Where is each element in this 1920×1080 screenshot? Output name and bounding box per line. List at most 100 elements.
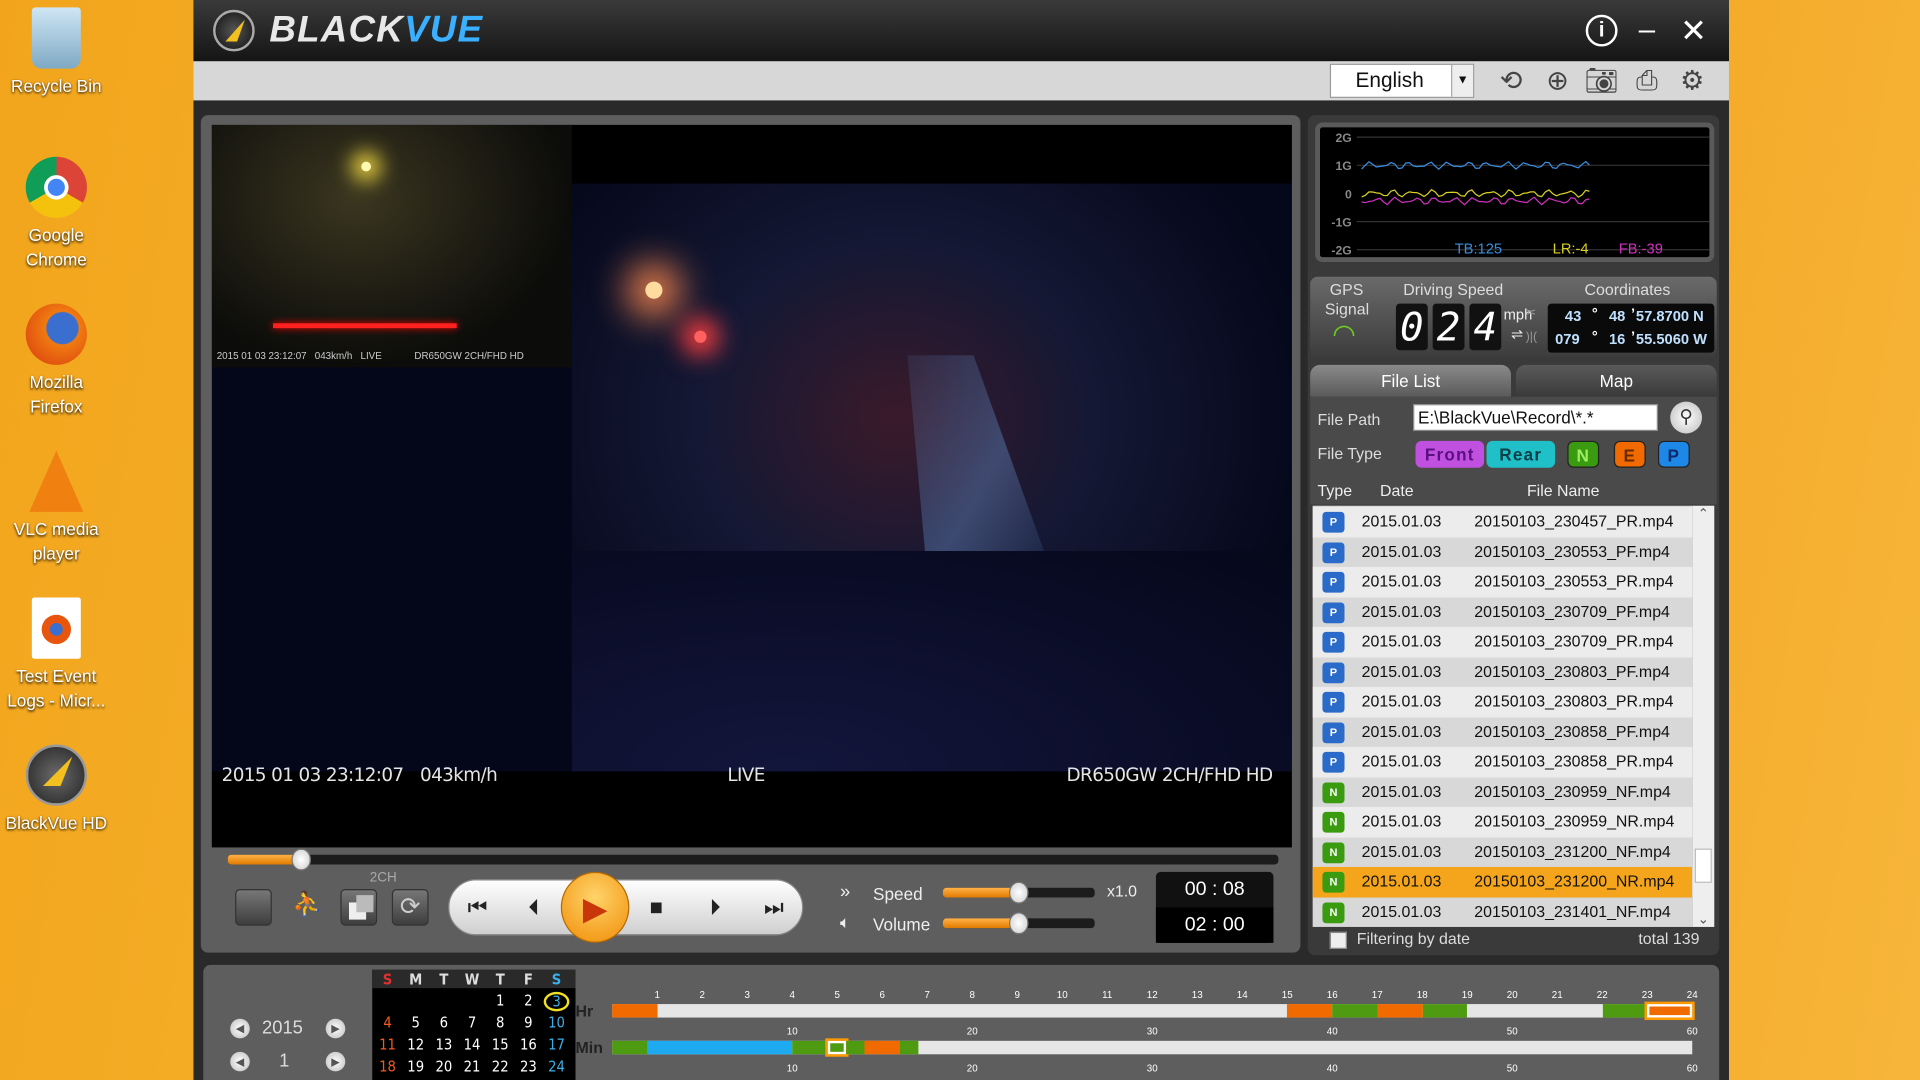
file-list-row[interactable]: N 2015.01.03 20150103_231200_NF.mp4 [1313, 837, 1693, 867]
info-icon[interactable]: i [1585, 14, 1618, 47]
column-file-name[interactable]: File Name [1527, 481, 1600, 499]
normal-segment[interactable] [792, 1040, 829, 1055]
calendar-day[interactable]: 17 [544, 1036, 570, 1053]
hour-bar[interactable] [612, 1001, 1695, 1021]
next-month-button[interactable]: ▶ [325, 1051, 346, 1072]
scroll-down-icon[interactable]: ⌄ [1692, 911, 1714, 927]
language-select[interactable]: English ▼ [1329, 63, 1475, 98]
calendar-day[interactable]: 22 [487, 1058, 513, 1075]
speed-handle[interactable] [1008, 881, 1029, 904]
desktop-icon-test-event-logs[interactable]: Test Event Logs - Micr... [0, 597, 113, 713]
calendar-day[interactable]: 11 [375, 1036, 401, 1053]
file-list-row[interactable]: P 2015.01.03 20150103_230803_PR.mp4 [1312, 686, 1693, 717]
file-list-row[interactable]: P 2015.01.03 20150103_230553_PR.mp4 [1312, 566, 1693, 597]
front-rear-toggle-button[interactable] [235, 888, 272, 926]
calendar-day[interactable]: 14 [459, 1036, 485, 1053]
calendar-day[interactable]: 4 [375, 1014, 401, 1031]
step-back-button[interactable]: ⏴ [506, 880, 562, 934]
desktop-icon-blackvue[interactable]: BlackVue HD [0, 744, 113, 835]
desktop-icon-chrome[interactable]: Google Chrome [0, 156, 113, 272]
event-segment[interactable] [612, 1004, 658, 1018]
next-year-button[interactable]: ▶ [325, 1018, 346, 1039]
calendar-day[interactable]: 9 [516, 1014, 542, 1031]
seek-handle[interactable] [291, 848, 312, 871]
calendar-day[interactable]: 15 [487, 1036, 513, 1053]
filter-by-date-checkbox[interactable] [1329, 931, 1347, 949]
normal-segment[interactable] [825, 1038, 849, 1057]
tab-file-list[interactable]: File List [1310, 364, 1512, 397]
calendar-day[interactable]: 7 [459, 1014, 485, 1031]
normal-filter-button[interactable]: N [1567, 440, 1600, 468]
refresh-icon[interactable]: ⟲ [1494, 65, 1528, 97]
file-list-row[interactable]: N 2015.01.03 20150103_231401_NF.mp4 [1313, 897, 1693, 927]
tab-map[interactable]: Map [1515, 364, 1717, 397]
close-icon[interactable]: ✕ [1675, 15, 1712, 47]
speed-slider[interactable] [942, 881, 1095, 904]
calendar-day[interactable]: 21 [459, 1058, 485, 1075]
minimize-icon[interactable]: – [1629, 14, 1666, 47]
column-type[interactable]: Type [1318, 481, 1353, 499]
file-list-row[interactable]: N 2015.01.03 20150103_230959_NR.mp4 [1312, 806, 1693, 837]
file-list-row[interactable]: P 2015.01.03 20150103_230553_PF.mp4 [1313, 537, 1693, 567]
file-list-row[interactable]: P 2015.01.03 20150103_230858_PR.mp4 [1312, 746, 1693, 777]
calendar-day[interactable]: 3 [543, 991, 570, 1012]
calendar-day[interactable]: 19 [403, 1058, 429, 1075]
file-list-row[interactable]: P 2015.01.03 20150103_230709_PF.mp4 [1313, 597, 1693, 627]
event-filter-button[interactable]: E [1613, 440, 1646, 468]
previous-file-button[interactable]: ⏮ [449, 880, 505, 934]
calendar-day[interactable]: 13 [431, 1036, 457, 1053]
play-button[interactable]: ▶ [560, 871, 630, 943]
calendar-day[interactable]: 8 [487, 1014, 513, 1031]
normal-segment[interactable] [612, 1040, 649, 1055]
video-view[interactable]: 2015 01 03 23:12:07 043km/h LIVE DR650GW… [211, 124, 1292, 848]
calendar-day[interactable]: 6 [431, 1014, 457, 1031]
column-date[interactable]: Date [1380, 481, 1414, 499]
calendar-day[interactable]: 12 [403, 1036, 429, 1053]
normal-segment[interactable] [900, 1040, 919, 1055]
volume-handle[interactable] [1008, 912, 1029, 935]
front-filter-button[interactable]: Front [1415, 440, 1485, 468]
event-segment[interactable] [864, 1040, 901, 1055]
desktop-icon-recycle-bin[interactable]: Recycle Bin [0, 7, 113, 98]
pip-button[interactable] [340, 888, 378, 926]
desktop-icon-vlc[interactable]: VLC media player [0, 450, 113, 566]
camera-icon[interactable]: 📷︎ [1584, 65, 1619, 97]
minute-bar[interactable] [612, 1038, 1693, 1057]
calendar-day[interactable]: 1 [487, 992, 513, 1009]
calendar-day[interactable]: 5 [403, 1014, 429, 1031]
scroll-up-icon[interactable]: ⌃ [1692, 506, 1714, 528]
file-list-row[interactable]: P 2015.01.03 20150103_230709_PR.mp4 [1312, 626, 1693, 657]
search-icon[interactable]: ⚲ [1670, 401, 1703, 434]
step-forward-button[interactable]: ⏵ [687, 880, 743, 934]
next-file-button[interactable]: ⏭ [746, 880, 802, 934]
prev-month-button[interactable]: ◀ [230, 1051, 250, 1072]
desktop-icon-firefox[interactable]: Mozilla Firefox [0, 303, 113, 419]
calendar-day[interactable]: 23 [516, 1058, 542, 1075]
normal-segment[interactable] [846, 1040, 865, 1055]
prev-year-button[interactable]: ◀ [230, 1018, 250, 1039]
file-list-row[interactable]: N 2015.01.03 20150103_231200_NR.mp4 [1312, 866, 1693, 897]
calendar-day[interactable]: 24 [544, 1058, 570, 1075]
settings-gear-icon[interactable]: ⚙ [1675, 65, 1709, 97]
volume-slider[interactable] [942, 912, 1095, 935]
normal-segment[interactable] [1332, 1004, 1378, 1018]
gps-icon[interactable]: ⊕ [1540, 65, 1574, 97]
scroll-thumb[interactable] [1694, 848, 1712, 883]
event-segment[interactable] [1377, 1004, 1423, 1018]
parking-filter-button[interactable]: P [1657, 440, 1690, 468]
normal-segment[interactable] [1422, 1004, 1468, 1018]
file-list-row[interactable]: P 2015.01.03 20150103_230803_PF.mp4 [1313, 657, 1693, 687]
file-list-row[interactable]: P 2015.01.03 20150103_230858_PF.mp4 [1313, 717, 1693, 747]
rear-filter-button[interactable]: Rear [1486, 440, 1556, 468]
event-segment[interactable] [1287, 1004, 1333, 1018]
calendar-day[interactable]: 2 [516, 992, 542, 1009]
unit-toggle-icon[interactable]: ⇌ [1511, 326, 1523, 343]
calendar-day[interactable]: 10 [544, 1014, 570, 1031]
title-bar[interactable]: BLACKVUE i – ✕ [193, 0, 1729, 62]
normal-segment[interactable] [1602, 1004, 1648, 1018]
calendar-day[interactable]: 20 [431, 1058, 457, 1075]
swap-icon[interactable]: ⟳ [391, 888, 429, 926]
event-segment[interactable] [1644, 1001, 1695, 1021]
file-path-input[interactable]: E:\BlackVue\Record\*.* [1413, 404, 1658, 432]
calendar-day[interactable]: 16 [516, 1036, 542, 1053]
